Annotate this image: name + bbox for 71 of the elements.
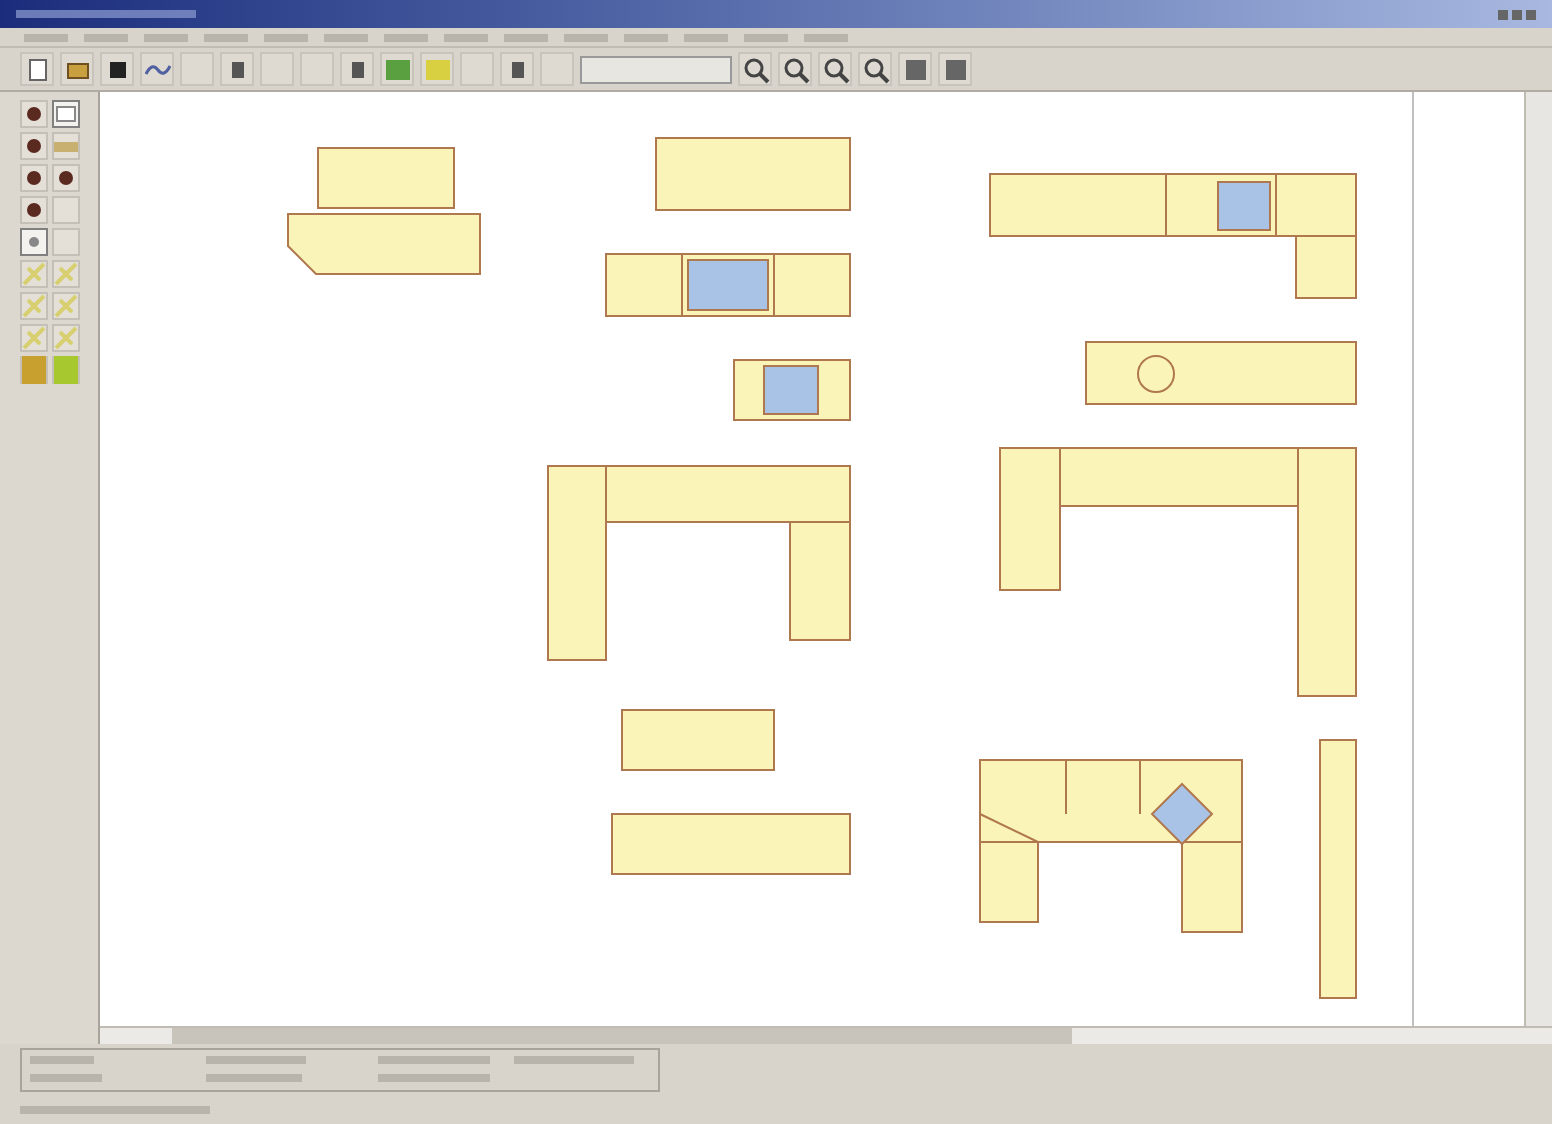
- toolbar-button[interactable]: [738, 52, 772, 86]
- wave-icon: [143, 59, 171, 79]
- menu-item[interactable]: [204, 33, 248, 41]
- toolbar-button[interactable]: [340, 52, 374, 86]
- tile-icon: [22, 356, 46, 384]
- tool-icon: [53, 262, 77, 286]
- folder-icon: [65, 59, 89, 79]
- menu-item[interactable]: [684, 33, 728, 41]
- tool-icon: [22, 294, 46, 318]
- palette-tool[interactable]: [20, 132, 48, 160]
- horizontal-scrollbar[interactable]: [100, 1026, 1552, 1044]
- tool-icon: [509, 59, 525, 79]
- status-field: [514, 1056, 634, 1064]
- toolbar-button[interactable]: [60, 52, 94, 86]
- toolbar-button[interactable]: [20, 52, 54, 86]
- toolbar-button[interactable]: [100, 52, 134, 86]
- status-field: [30, 1074, 102, 1082]
- frame-icon: [55, 106, 75, 122]
- status-field: [378, 1056, 490, 1064]
- dot-icon: [26, 106, 42, 122]
- zoom-icon: [741, 55, 769, 83]
- tool-icon: [22, 262, 46, 286]
- toolbar-button[interactable]: [778, 52, 812, 86]
- menu-item[interactable]: [84, 33, 128, 41]
- palette-tool[interactable]: [20, 100, 48, 128]
- tool-icon: [229, 59, 245, 79]
- dot-icon: [26, 170, 42, 186]
- status-field: [30, 1056, 94, 1064]
- menu-item[interactable]: [504, 33, 548, 41]
- document-icon: [27, 57, 47, 81]
- toolbar-button[interactable]: [818, 52, 852, 86]
- maximize-button[interactable]: [1512, 9, 1522, 19]
- zoom-icon: [861, 55, 889, 83]
- menu-item[interactable]: [744, 33, 788, 41]
- toolbar-button[interactable]: [858, 52, 892, 86]
- palette-tool[interactable]: [20, 164, 48, 192]
- tile-icon: [383, 57, 411, 81]
- tool-icon: [22, 326, 46, 350]
- menu-item[interactable]: [624, 33, 668, 41]
- zoom-icon: [781, 55, 809, 83]
- bar-icon: [53, 141, 77, 151]
- menu-item[interactable]: [324, 33, 368, 41]
- menu-item[interactable]: [384, 33, 428, 41]
- tool-icon: [53, 294, 77, 318]
- dot-icon: [26, 202, 42, 218]
- close-button[interactable]: [1526, 9, 1536, 19]
- tool-icon: [53, 326, 77, 350]
- toolbar-button[interactable]: [220, 52, 254, 86]
- dot-icon: [26, 138, 42, 154]
- menu-item[interactable]: [804, 33, 848, 41]
- menu-item[interactable]: [444, 33, 488, 41]
- status-field: [206, 1056, 306, 1064]
- menu-item[interactable]: [264, 33, 308, 41]
- menu-item[interactable]: [24, 33, 68, 41]
- toolbar-button[interactable]: [500, 52, 534, 86]
- status-field: [378, 1074, 490, 1082]
- menu-item[interactable]: [564, 33, 608, 41]
- tile-icon: [423, 57, 451, 81]
- tile-icon: [53, 356, 77, 384]
- menu-item[interactable]: [144, 33, 188, 41]
- minimize-button[interactable]: [1498, 9, 1508, 19]
- zoom-icon: [821, 55, 849, 83]
- dot-icon: [57, 170, 73, 186]
- status-field: [206, 1074, 302, 1082]
- input-field[interactable]: [580, 55, 732, 83]
- palette-tool[interactable]: [20, 196, 48, 224]
- tool-icon: [349, 59, 365, 79]
- palette-tool[interactable]: [51, 164, 79, 192]
- scrollbar-thumb[interactable]: [172, 1028, 1072, 1044]
- palette-tool[interactable]: [51, 100, 79, 128]
- vertical-scrollbar[interactable]: [1524, 92, 1552, 1026]
